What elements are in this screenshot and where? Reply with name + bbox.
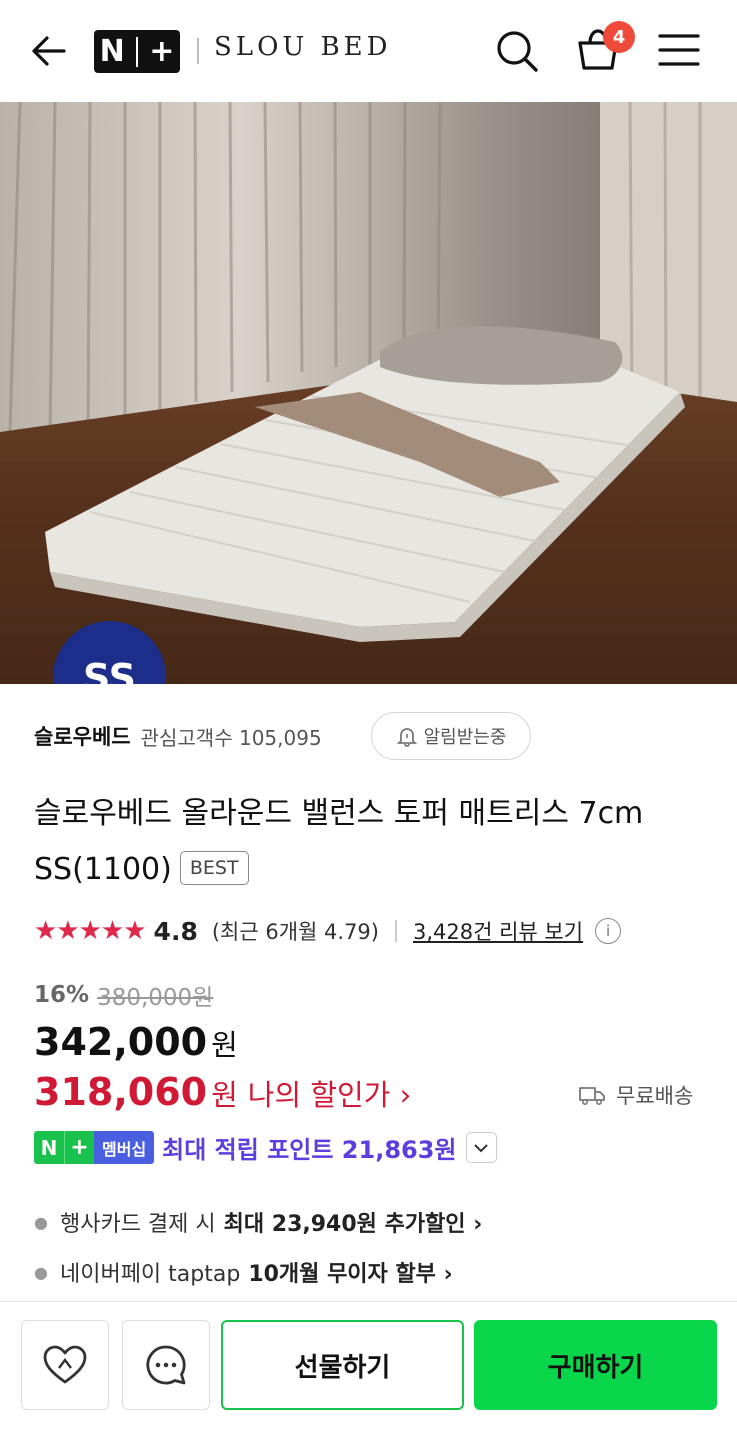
membership-plus: + (64, 1131, 94, 1164)
logo-n: N (99, 34, 125, 69)
brand-name[interactable]: SLOU BED (214, 32, 392, 62)
gift-button[interactable]: 선물하기 (221, 1320, 464, 1410)
installment-benefit[interactable]: ● 네이버페이 taptap 10개월 무이자 할부 › (34, 1256, 453, 1288)
rating-score: 4.8 (153, 916, 198, 946)
bell-icon (396, 728, 417, 747)
card-benefit-text: 행사카드 결제 시 (59, 1212, 216, 1237)
truck-icon (579, 1087, 605, 1106)
interest-count: 관심고객수 105,095 (140, 725, 322, 750)
alarm-label: 알림받는중 (423, 727, 507, 748)
card-benefit[interactable]: ● 행사카드 결제 시 최대 23,940원 추가할인 › (34, 1206, 482, 1238)
store-name[interactable]: 슬로우베드 (34, 721, 131, 751)
discount-percent: 16% (34, 982, 90, 1008)
membership-badge: N + 멤버십 (34, 1131, 155, 1164)
star-rating-icon: ★★★★★ (34, 916, 147, 946)
free-shipping: 무료배송 (578, 1080, 693, 1110)
back-arrow-icon[interactable] (28, 30, 70, 72)
discount-row: 16% 380,000원 (34, 978, 213, 1012)
alarm-toggle-button[interactable]: 알림받는중 (371, 712, 531, 760)
sale-price: 342,000 원 (34, 1020, 238, 1064)
points-dropdown-button[interactable] (465, 1132, 497, 1163)
cart-count-badge: 4 (603, 21, 635, 53)
logo-plus: + (149, 34, 175, 69)
product-title-text: 슬로우베드 올라운드 밸런스 토퍼 매트리스 7cm SS(1100) (34, 796, 644, 887)
bullet-icon: ● (34, 1262, 48, 1282)
buy-button[interactable]: 구매하기 (474, 1320, 717, 1410)
heart-icon (43, 1345, 87, 1384)
product-image-carousel[interactable]: SS (0, 102, 737, 684)
my-discount-price[interactable]: 318,060 원 나의 할인가 › (34, 1070, 411, 1114)
recent-rating: (최근 6개월 4.79) (211, 920, 379, 944)
wishlist-button[interactable] (21, 1320, 109, 1410)
my-price-value: 318,060 (34, 1070, 208, 1114)
best-tag: BEST (179, 850, 249, 885)
store-info: 슬로우베드 관심고객수 105,095 (34, 712, 322, 760)
reviews-link[interactable]: 3,428건 리뷰 보기 (413, 916, 583, 946)
rating-row: ★★★★★ 4.8 (최근 6개월 4.79) 3,428건 리뷰 보기 i (34, 910, 622, 952)
chevron-down-icon (474, 1143, 488, 1152)
installment-text: 네이버페이 taptap (59, 1262, 241, 1287)
my-price-unit: 원 (211, 1078, 238, 1112)
free-shipping-label: 무료배송 (616, 1084, 694, 1108)
info-icon[interactable]: i (595, 918, 622, 944)
naver-plus-logo[interactable]: N + (94, 30, 180, 73)
product-image (0, 102, 737, 684)
logo-separator (135, 36, 138, 67)
menu-icon[interactable] (658, 32, 700, 68)
top-header: N + SLOU BED 4 (0, 0, 737, 102)
installment-bold: 10개월 무이자 할부 › (248, 1262, 453, 1287)
rating-divider (394, 920, 397, 942)
points-row[interactable]: N + 멤버십 최대 적립 포인트 21,863원 (34, 1130, 497, 1165)
membership-n: N (34, 1131, 64, 1164)
chat-button[interactable] (122, 1320, 210, 1410)
original-price: 380,000원 (97, 985, 214, 1011)
membership-label: 멤버십 (94, 1131, 155, 1164)
search-icon[interactable] (494, 28, 540, 74)
my-price-label: 나의 할인가 › (247, 1078, 412, 1112)
sale-price-unit: 원 (211, 1028, 238, 1062)
chat-bubble-icon (146, 1345, 186, 1385)
product-title: 슬로우베드 올라운드 밸런스 토퍼 매트리스 7cm SS(1100) BEST (34, 786, 684, 898)
header-divider (197, 38, 199, 64)
max-points: 최대 적립 포인트 21,863원 (162, 1136, 457, 1164)
card-benefit-bold: 최대 23,940원 추가할인 › (223, 1212, 483, 1237)
sale-price-value: 342,000 (34, 1020, 208, 1064)
bullet-icon: ● (34, 1212, 48, 1232)
